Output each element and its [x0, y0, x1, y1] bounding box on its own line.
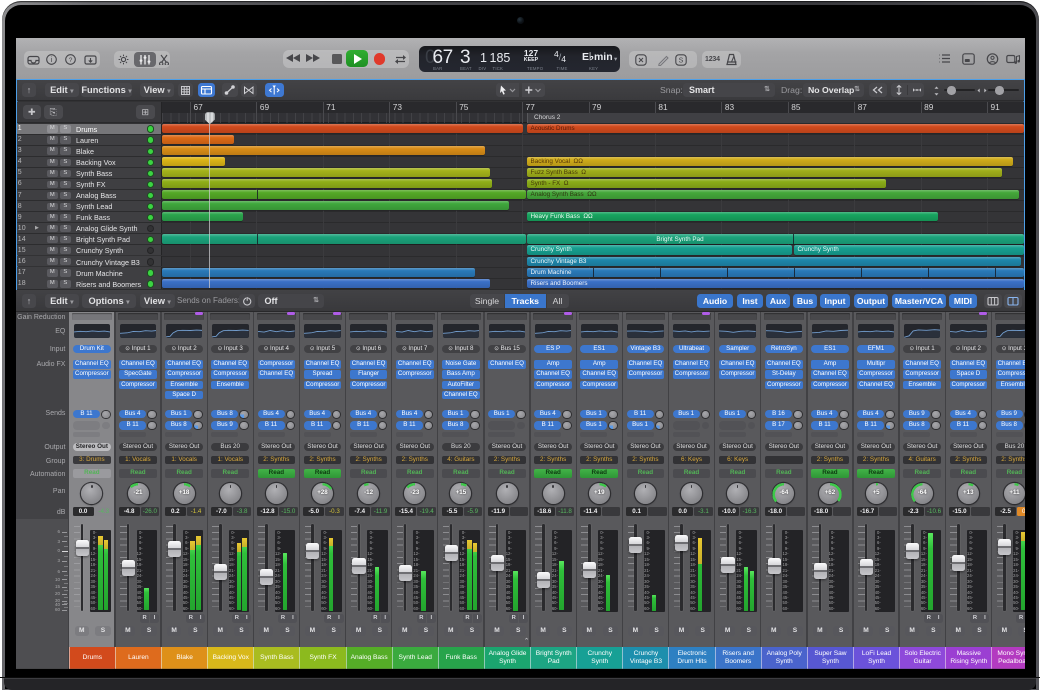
- svg-text:?: ?: [69, 57, 73, 64]
- svg-text:i: i: [51, 55, 53, 64]
- svg-text:S: S: [679, 57, 684, 64]
